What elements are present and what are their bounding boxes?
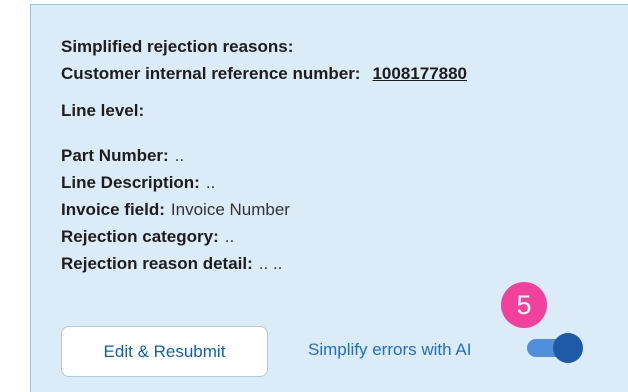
field-row-rejection-reason-detail: Rejection reason detail: .. .. — [61, 254, 282, 274]
field-label: Invoice field: — [61, 200, 165, 219]
field-row-part-number: Part Number:.. — [61, 146, 184, 166]
simplify-ai-label: Simplify errors with AI — [308, 340, 472, 359]
reference-number-row: Customer internal reference number: 10081… — [61, 64, 467, 84]
line-level-title: Line level: — [61, 101, 145, 120]
toggle-knob — [553, 333, 583, 363]
field-label: Part Number: — [61, 146, 169, 165]
edit-resubmit-button[interactable]: Edit & Resubmit — [61, 326, 268, 377]
field-row-line-description: Line Description:.. — [61, 173, 215, 193]
field-row-invoice-field: Invoice field: Invoice Number — [61, 200, 290, 220]
step-number-badge: 5 — [501, 282, 547, 328]
field-value: Invoice Number — [170, 200, 290, 219]
simplified-rejection-title: Simplified rejection reasons: — [61, 37, 294, 56]
reference-number-label: Customer internal reference number: — [61, 64, 361, 83]
field-value: .. — [174, 146, 185, 165]
field-label: Rejection category: — [61, 227, 219, 246]
reference-number-link[interactable]: 1008177880 — [372, 64, 467, 83]
field-value: .. — [205, 173, 216, 192]
simplify-ai-toggle[interactable] — [527, 333, 585, 363]
field-value: .. .. — [258, 254, 283, 273]
field-label: Rejection reason detail: — [61, 254, 253, 273]
field-label: Line Description: — [61, 173, 200, 192]
rejection-details-panel: Simplified rejection reasons: Customer i… — [30, 4, 628, 392]
field-row-rejection-category: Rejection category:.. — [61, 227, 234, 247]
field-value: .. — [224, 227, 235, 246]
